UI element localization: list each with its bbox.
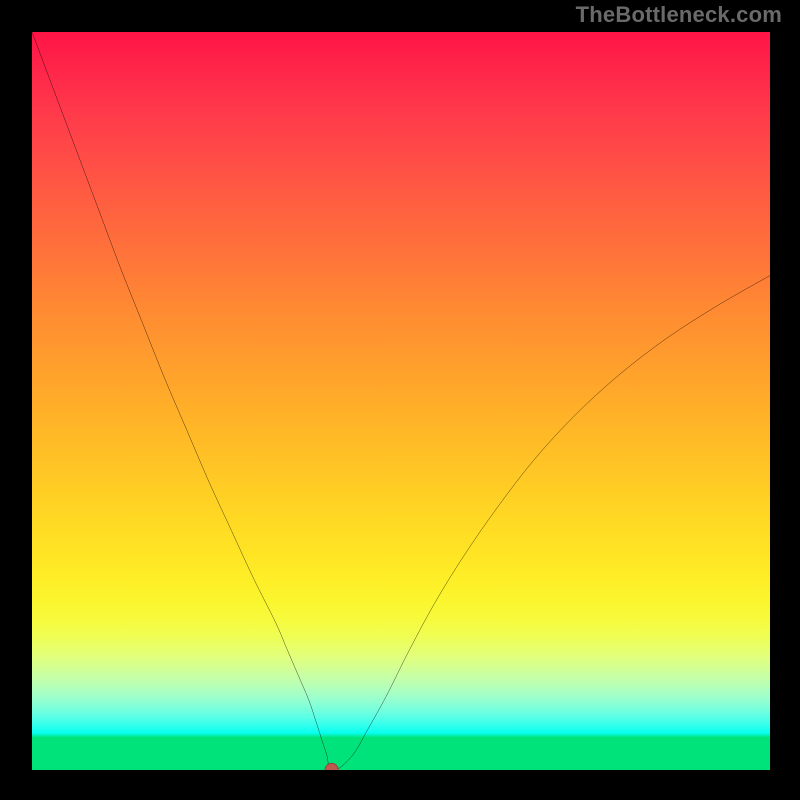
plot-area (32, 32, 770, 770)
chart-frame: TheBottleneck.com (0, 0, 800, 800)
bottleneck-curve-path (32, 32, 770, 770)
curve-svg (32, 32, 770, 770)
optimum-marker (325, 763, 338, 770)
watermark-text: TheBottleneck.com (576, 2, 782, 28)
bottleneck-curve-layer (32, 32, 770, 770)
